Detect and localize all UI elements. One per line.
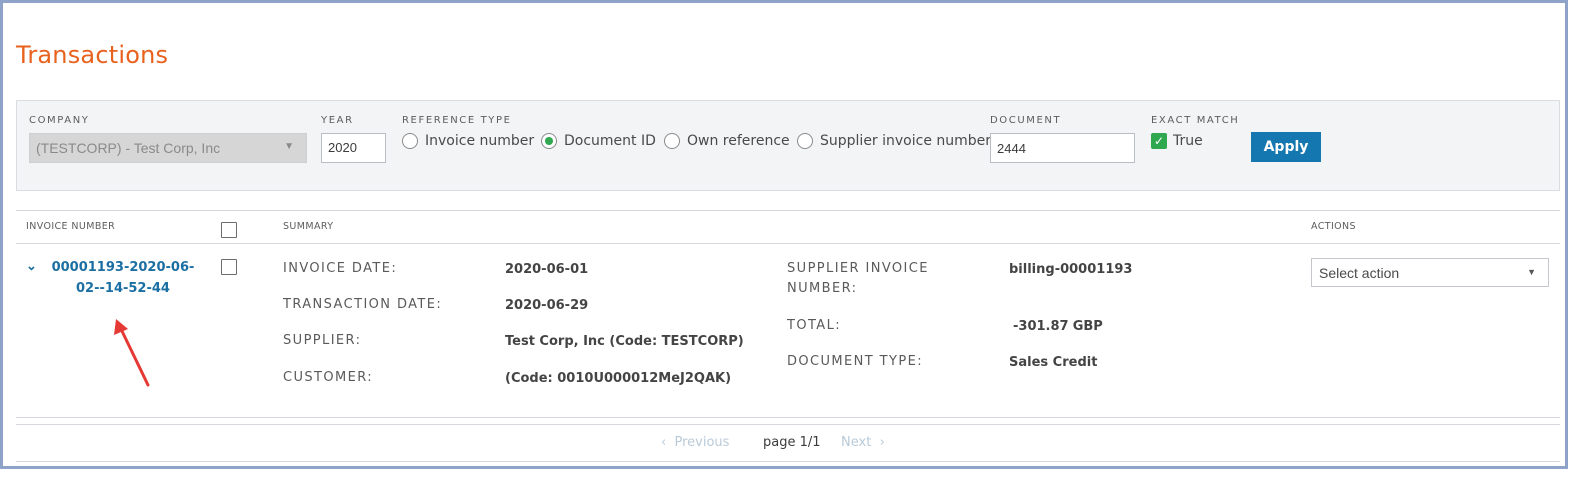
document-type-value: Sales Credit xyxy=(1009,355,1098,370)
filter-panel: COMPANY (TESTCORP) - Test Corp, Inc ▼ YE… xyxy=(16,100,1560,191)
total-currency: GBP xyxy=(1072,319,1103,334)
radio-supplier-invoice-number[interactable]: Supplier invoice number xyxy=(797,133,991,149)
supplier-invoice-number-value: billing-00001193 xyxy=(1009,262,1133,277)
invoice-number-link[interactable]: 00001193-2020-06-02--14-52-44 xyxy=(26,257,206,299)
row-checkbox[interactable] xyxy=(221,259,237,275)
company-label: COMPANY xyxy=(29,115,90,126)
checkmark-icon: ✓ xyxy=(1151,133,1167,149)
header-summary: SUMMARY xyxy=(283,221,334,232)
customer-value: (Code: 0010U000012MeJ2QAK) xyxy=(505,371,732,386)
radio-label: Document ID xyxy=(564,133,656,149)
total-value: -301.87 xyxy=(1013,319,1069,334)
transaction-date-label: TRANSACTION DATE: xyxy=(283,297,443,312)
supplier-value: Test Corp, Inc (Code: TESTCORP) xyxy=(505,334,744,349)
exact-match-checkbox[interactable]: ✓ True xyxy=(1151,133,1203,149)
chevron-left-icon: ‹ xyxy=(661,435,667,450)
year-input[interactable]: 2020 xyxy=(321,133,386,163)
header-actions: ACTIONS xyxy=(1311,221,1356,232)
supplier-invoice-number-label: SUPPLIER INVOICE NUMBER: xyxy=(787,261,929,296)
document-input[interactable]: 2444 xyxy=(990,133,1135,163)
header-invoice-number: INVOICE NUMBER xyxy=(26,221,116,232)
exact-match-checkbox-label: True xyxy=(1173,133,1203,149)
annotation-arrow-icon xyxy=(114,319,150,387)
divider xyxy=(16,417,1560,418)
document-label: DOCUMENT xyxy=(990,115,1062,126)
total-label: TOTAL: xyxy=(787,318,842,333)
radio-label: Own reference xyxy=(687,133,790,149)
select-all-checkbox[interactable] xyxy=(221,222,237,238)
page-indicator: page 1/1 xyxy=(763,435,821,450)
pagination: ‹ Previous page 1/1 Next › xyxy=(16,424,1560,462)
table-header: INVOICE NUMBER SUMMARY ACTIONS xyxy=(16,211,1560,244)
previous-button[interactable]: ‹ Previous xyxy=(661,435,729,450)
next-label: Next xyxy=(841,435,872,450)
year-label: YEAR xyxy=(321,115,354,126)
previous-label: Previous xyxy=(674,435,730,450)
reference-type-label: REFERENCE TYPE xyxy=(402,115,512,126)
radio-circle xyxy=(664,133,680,149)
radio-invoice-number[interactable]: Invoice number xyxy=(402,133,534,149)
radio-own-reference[interactable]: Own reference xyxy=(664,133,790,149)
radio-label: Invoice number xyxy=(425,133,535,149)
chevron-down-icon: ▼ xyxy=(284,141,294,152)
chevron-down-icon: ▼ xyxy=(1527,267,1536,277)
radio-label: Supplier invoice number xyxy=(820,133,992,149)
document-type-label: DOCUMENT TYPE: xyxy=(787,354,923,369)
radio-circle xyxy=(402,133,418,149)
apply-button[interactable]: Apply xyxy=(1251,132,1321,162)
invoice-date-label: INVOICE DATE: xyxy=(283,261,398,276)
chevron-right-icon: › xyxy=(879,435,885,450)
customer-label: CUSTOMER: xyxy=(283,370,374,385)
radio-circle-selected xyxy=(541,133,557,149)
transaction-date-value: 2020-06-29 xyxy=(505,298,589,313)
invoice-date-value: 2020-06-01 xyxy=(505,262,589,277)
app-window: Transactions COMPANY (TESTCORP) - Test C… xyxy=(0,0,1568,469)
supplier-label: SUPPLIER: xyxy=(283,333,362,348)
action-select[interactable]: Select action ▼ xyxy=(1311,258,1549,287)
company-select-value: (TESTCORP) - Test Corp, Inc xyxy=(36,140,221,156)
action-select-value: Select action xyxy=(1319,265,1400,281)
exact-match-label: EXACT MATCH xyxy=(1151,115,1240,126)
transactions-table: INVOICE NUMBER SUMMARY ACTIONS ⌄ 0000119… xyxy=(16,210,1560,418)
page-title: Transactions xyxy=(16,41,169,69)
next-button[interactable]: Next › xyxy=(841,435,885,450)
radio-circle xyxy=(797,133,813,149)
radio-document-id[interactable]: Document ID xyxy=(541,133,656,149)
company-select[interactable]: (TESTCORP) - Test Corp, Inc ▼ xyxy=(29,133,307,163)
